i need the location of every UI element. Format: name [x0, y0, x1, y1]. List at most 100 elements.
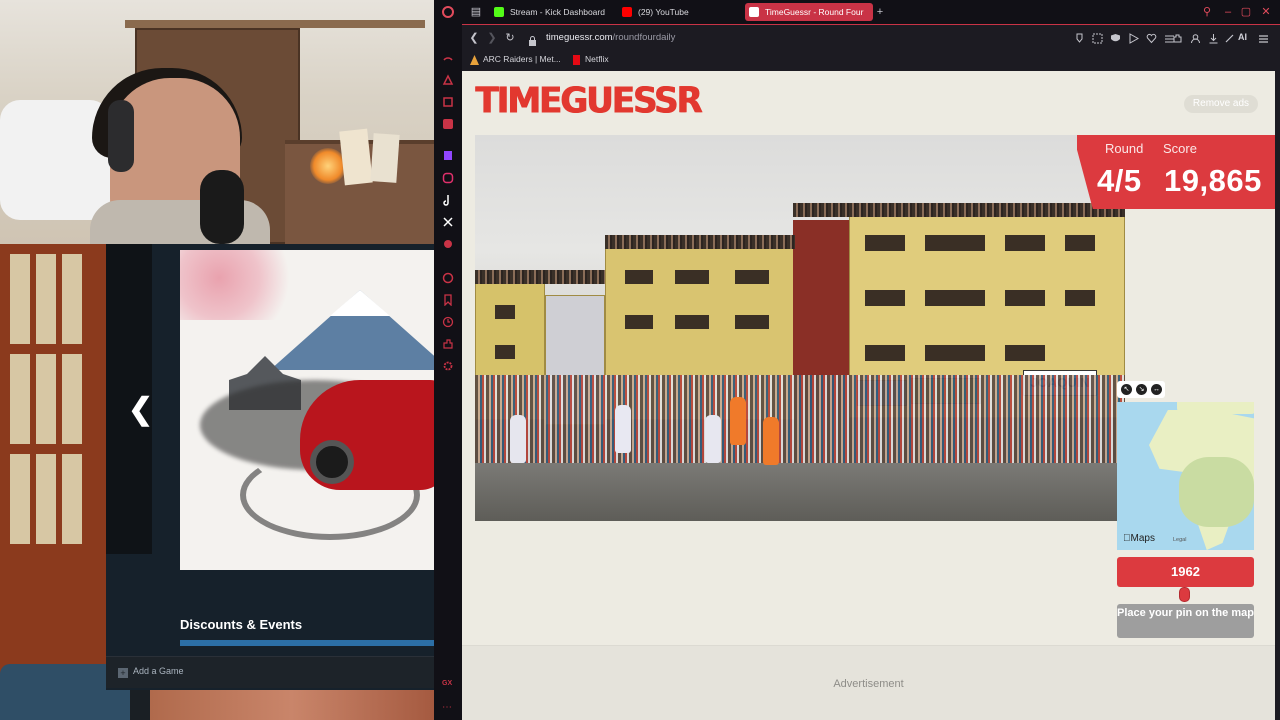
webcam-feed — [0, 0, 434, 244]
add-game-bar[interactable]: + Add a Game — [106, 656, 434, 688]
tiktok-icon[interactable] — [442, 194, 454, 206]
gx-control-icon[interactable] — [442, 52, 454, 64]
address-bar: ❮ ❯ ↻ timeguessr.com/roundfourdaily AI — [462, 24, 1280, 52]
easy-setup-icon[interactable] — [1258, 33, 1269, 44]
add-game-label: Add a Game — [133, 666, 184, 676]
pillow — [0, 100, 110, 220]
messenger-icon[interactable] — [442, 118, 454, 130]
map-size-controls: ↖ ↘ ↔ — [1117, 381, 1165, 398]
tab-kick-dashboard[interactable]: Stream - Kick Dashboard — [490, 3, 605, 21]
gx-cleaner-icon[interactable] — [442, 96, 454, 108]
tab-timeguessr[interactable]: TimeGuessr - Round Four — [745, 3, 874, 21]
close-button[interactable]: ✕ — [1260, 6, 1272, 18]
expand-map-icon[interactable]: ↖ — [1121, 384, 1132, 395]
player — [730, 397, 746, 445]
timeguessr-icon — [749, 7, 759, 17]
heart-icon[interactable] — [1146, 33, 1157, 44]
place-pin-button[interactable]: Place your pin on the map — [1117, 604, 1254, 638]
shelf — [125, 20, 425, 28]
tab-label: TimeGuessr - Round Four — [765, 7, 864, 17]
bookmark-label: ARC Raiders | Met... — [483, 54, 561, 64]
score-value: 19,865 — [1164, 163, 1262, 198]
twitch-icon[interactable] — [442, 150, 454, 162]
pin-map-icon[interactable]: ↔ — [1151, 384, 1162, 395]
discord-icon[interactable] — [442, 238, 454, 250]
timeguessr-logo[interactable]: TIMEGUESSR — [475, 80, 702, 122]
history-icon[interactable] — [442, 316, 454, 328]
stream-overlay: ❮ Discounts & Events + Add a Game — [0, 0, 434, 720]
bookmark-arc-raiders[interactable]: ARC Raiders | Met... — [470, 54, 561, 65]
extensions-puzzle-icon[interactable] — [1172, 33, 1183, 44]
bookmark-label: Netflix — [585, 54, 609, 64]
round-value: 4/5 — [1097, 163, 1142, 198]
url-field[interactable]: timeguessr.com/roundfourdaily — [546, 32, 675, 43]
pitch — [475, 463, 1125, 521]
instagram-icon[interactable] — [442, 172, 454, 184]
chevron-left-icon[interactable]: ❮ — [128, 392, 153, 427]
bookmarks-icon[interactable] — [442, 294, 454, 306]
maps-legal-link[interactable]: Legal — [1173, 537, 1186, 543]
window-door — [0, 244, 106, 720]
reload-button[interactable]: ↻ — [504, 32, 516, 44]
shrink-map-icon[interactable]: ↘ — [1136, 384, 1147, 395]
rooftop-crowd — [605, 235, 795, 249]
timeguessr-page: TIMEGUESSR Remove ads JOAQUIN — [462, 71, 1275, 720]
player — [763, 417, 779, 465]
opera-gx-logo-icon[interactable] — [442, 6, 454, 18]
new-tab-button[interactable]: + — [874, 6, 886, 18]
maps-attribution: Maps — [1123, 533, 1155, 544]
game-launcher-capture: ❮ Discounts & Events + Add a Game — [0, 244, 434, 720]
url-host: timeguessr.com — [546, 32, 613, 43]
tab-youtube[interactable]: (29) YouTube — [618, 3, 689, 21]
round-label: Round — [1105, 141, 1144, 156]
lock-icon — [528, 33, 537, 46]
shield-icon[interactable] — [1110, 33, 1121, 44]
gx-badge-icon[interactable]: GX — [442, 680, 454, 692]
license-plate-sign — [339, 128, 373, 186]
youtube-icon — [622, 7, 632, 17]
tab-label: Stream - Kick Dashboard — [510, 7, 605, 17]
year-slider-handle[interactable] — [1179, 587, 1190, 602]
maximize-button[interactable]: ▢ — [1240, 6, 1252, 18]
browser-sidebar: GX ⋯ — [434, 0, 462, 720]
tab-menu-icon[interactable]: ▤ — [470, 6, 482, 18]
settings-gear-icon[interactable] — [442, 360, 454, 372]
player — [615, 405, 631, 453]
search-icon[interactable]: ⚲ — [1201, 6, 1213, 18]
round-photo: JOAQUIN — [475, 135, 1125, 521]
game-cover-art[interactable] — [180, 250, 434, 570]
ai-tool-icon[interactable] — [1224, 33, 1235, 44]
scrollbar[interactable] — [1275, 71, 1280, 720]
bookmark-netflix[interactable]: Netflix — [572, 54, 609, 65]
extensions-icon[interactable] — [442, 338, 454, 350]
account-icon[interactable] — [1190, 33, 1201, 44]
play-icon[interactable] — [1128, 33, 1139, 44]
forward-button[interactable]: ❯ — [486, 32, 498, 44]
score-panel: Round Score 4/5 19,865 — [1077, 135, 1275, 209]
more-dots-icon[interactable]: ⋯ — [442, 702, 454, 714]
remove-ads-button[interactable]: Remove ads — [1184, 95, 1258, 113]
pin-icon[interactable] — [1074, 33, 1085, 44]
apple-maps-logo: Maps — [1123, 533, 1155, 544]
gx-corner-icon[interactable] — [442, 74, 454, 86]
back-button[interactable]: ❮ — [468, 32, 480, 44]
discounts-events-heading: Discounts & Events — [180, 617, 303, 632]
bookmarks-bar: ARC Raiders | Met... Netflix — [462, 52, 1280, 70]
ai-label[interactable]: AI — [1238, 32, 1247, 42]
advertisement-band: Advertisement — [462, 645, 1275, 720]
snapshot-icon[interactable] — [1092, 33, 1103, 44]
player — [510, 415, 526, 463]
headphones — [108, 100, 134, 172]
stadium-crowd — [475, 375, 1125, 470]
kick-icon — [494, 7, 504, 17]
x-twitter-icon[interactable] — [442, 216, 454, 228]
minimize-button[interactable]: – — [1222, 6, 1234, 18]
guess-map[interactable]: Maps Legal — [1117, 402, 1254, 550]
arc-raiders-icon — [470, 55, 479, 65]
score-label: Score — [1163, 141, 1197, 156]
plus-icon: + — [118, 668, 128, 678]
player-icon[interactable] — [442, 272, 454, 284]
tab-bar: ▤ Stream - Kick Dashboard (29) YouTube T… — [462, 0, 1280, 24]
snowcap-art — [330, 290, 390, 316]
download-icon[interactable] — [1208, 33, 1219, 44]
